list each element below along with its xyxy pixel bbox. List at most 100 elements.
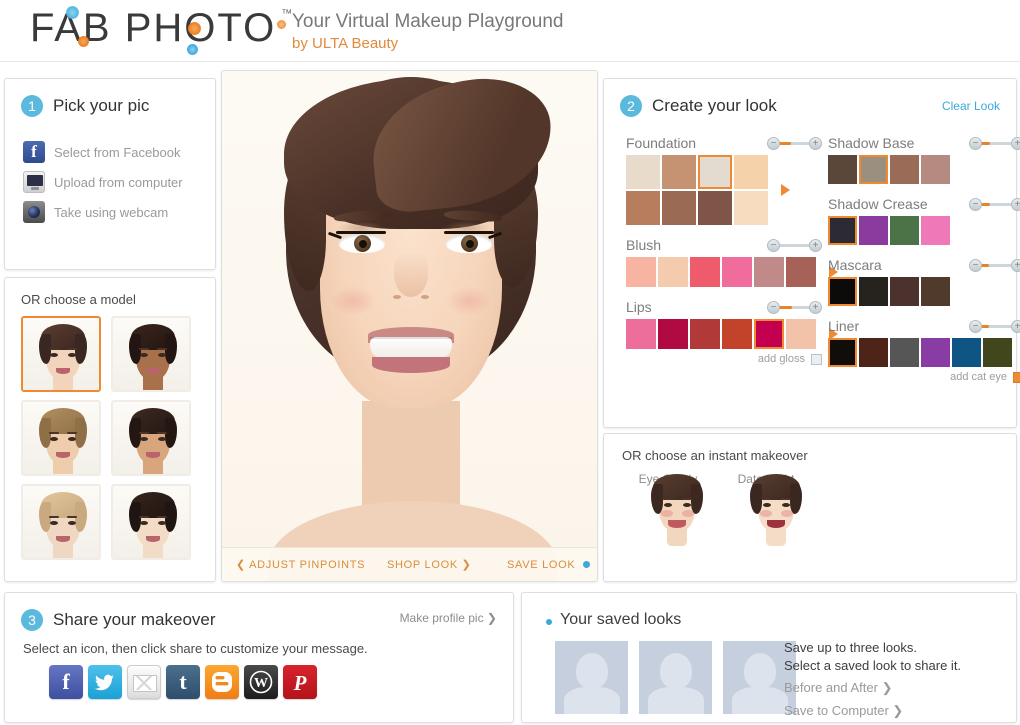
slider-plus-icon[interactable]: +	[809, 136, 822, 150]
slider-minus-icon[interactable]: −	[969, 136, 982, 150]
shop-look-button[interactable]: SHOP LOOK ❯	[387, 558, 472, 571]
tumblr-share-icon[interactable]: t	[166, 665, 200, 699]
save-to-computer-link[interactable]: Save to Computer ❯	[784, 700, 961, 721]
add-option-row[interactable]: add cat eye	[828, 371, 1020, 383]
pick-option-webcam[interactable]: Take using webcam	[23, 197, 183, 227]
color-swatch[interactable]	[626, 155, 660, 189]
color-swatch[interactable]	[859, 338, 888, 367]
color-swatch[interactable]	[690, 257, 720, 287]
color-swatch[interactable]	[626, 319, 656, 349]
color-swatch[interactable]	[722, 319, 752, 349]
intensity-slider[interactable]: − +	[767, 300, 822, 314]
slider-minus-icon[interactable]: −	[969, 258, 982, 272]
add-option-checkbox[interactable]	[811, 353, 822, 365]
model-thumbnail[interactable]	[21, 316, 101, 392]
pick-option-upload[interactable]: Upload from computer	[23, 167, 183, 197]
pinterest-share-icon[interactable]: P	[283, 665, 317, 699]
model-thumbnail[interactable]	[111, 400, 191, 476]
bullet-icon	[546, 619, 552, 625]
thumb-eye	[50, 353, 58, 357]
color-swatch[interactable]	[828, 338, 857, 367]
color-swatch[interactable]	[890, 216, 919, 245]
saved-look-slot[interactable]	[555, 641, 628, 714]
instant-makeover-item[interactable]: Eye Candy	[630, 470, 706, 546]
slider-minus-icon[interactable]: −	[767, 136, 780, 150]
slider-plus-icon[interactable]: +	[809, 238, 822, 252]
look-header: 2 Create your look	[620, 95, 777, 117]
color-swatch[interactable]	[859, 277, 888, 306]
color-swatch[interactable]	[662, 155, 696, 189]
color-swatch[interactable]	[786, 319, 816, 349]
color-swatch[interactable]	[828, 216, 857, 245]
model-thumbnail[interactable]	[111, 484, 191, 560]
make-profile-pic-button[interactable]: Make profile pic ❯	[400, 611, 497, 625]
photo-preview-panel[interactable]: ❮ ADJUST PINPOINTS SHOP LOOK ❯ SAVE LOOK	[221, 70, 598, 582]
color-swatch[interactable]	[952, 338, 981, 367]
color-swatch[interactable]	[754, 257, 784, 287]
color-swatch[interactable]	[828, 277, 857, 306]
color-swatch[interactable]	[722, 257, 752, 287]
color-swatch[interactable]	[859, 155, 888, 184]
facebook-share-icon[interactable]: f	[49, 665, 83, 699]
color-swatch[interactable]	[690, 319, 720, 349]
intensity-slider[interactable]: − +	[767, 238, 822, 252]
adjust-pinpoints-button[interactable]: ❮ ADJUST PINPOINTS	[236, 558, 365, 571]
color-swatch[interactable]	[698, 155, 732, 189]
thumb-brow	[49, 348, 59, 350]
color-swatch[interactable]	[734, 191, 768, 225]
color-swatch[interactable]	[754, 319, 784, 349]
look-group-lips: Lips − + add gloss	[626, 295, 838, 365]
model-thumbnail[interactable]	[111, 316, 191, 392]
color-swatch[interactable]	[921, 277, 950, 306]
intensity-slider[interactable]: − +	[969, 319, 1020, 333]
blogger-share-icon[interactable]	[205, 665, 239, 699]
slider-plus-icon[interactable]: +	[1011, 136, 1020, 150]
color-swatch[interactable]	[658, 319, 688, 349]
pick-option-facebook[interactable]: f Select from Facebook	[23, 137, 183, 167]
color-swatch[interactable]	[921, 216, 950, 245]
slider-minus-icon[interactable]: −	[969, 319, 982, 333]
add-option-checkbox[interactable]	[1013, 371, 1020, 383]
instant-makeover-item[interactable]: Date Night	[728, 470, 804, 546]
slider-minus-icon[interactable]: −	[767, 238, 780, 252]
intensity-slider[interactable]: − +	[969, 197, 1020, 211]
intensity-slider[interactable]: − +	[969, 258, 1020, 272]
saved-look-slot[interactable]	[639, 641, 712, 714]
color-swatch[interactable]	[983, 338, 1012, 367]
slider-plus-icon[interactable]: +	[1011, 258, 1020, 272]
color-swatch[interactable]	[828, 155, 857, 184]
intensity-slider[interactable]: − +	[969, 136, 1020, 150]
slider-plus-icon[interactable]: +	[1011, 197, 1020, 211]
color-swatch[interactable]	[890, 338, 919, 367]
color-swatch[interactable]	[626, 191, 660, 225]
intensity-slider[interactable]: − +	[767, 136, 822, 150]
twitter-share-icon[interactable]	[88, 665, 122, 699]
wordpress-share-icon[interactable]: W	[244, 665, 278, 699]
color-swatch[interactable]	[921, 155, 950, 184]
color-swatch[interactable]	[698, 191, 732, 225]
save-look-button[interactable]: SAVE LOOK	[507, 559, 575, 571]
model-thumbnail[interactable]	[21, 400, 101, 476]
color-swatch[interactable]	[734, 155, 768, 189]
slider-plus-icon[interactable]: +	[809, 300, 822, 314]
add-option-row[interactable]: add gloss	[626, 353, 822, 365]
color-swatch[interactable]	[662, 191, 696, 225]
email-share-icon[interactable]	[127, 665, 161, 699]
color-swatch[interactable]	[890, 155, 919, 184]
color-swatch[interactable]	[859, 216, 888, 245]
slider-minus-icon[interactable]: −	[969, 197, 982, 211]
color-swatch[interactable]	[786, 257, 816, 287]
color-swatch[interactable]	[626, 257, 656, 287]
color-swatch[interactable]	[921, 338, 950, 367]
model-thumbnail[interactable]	[21, 484, 101, 560]
clear-look-button[interactable]: Clear Look	[942, 99, 1000, 113]
color-swatch[interactable]	[658, 257, 688, 287]
before-and-after-link[interactable]: Before and After ❯	[784, 677, 961, 698]
look-column-right: Shadow Base − + Shadow Crease − + Mascara − + Lin…	[828, 131, 1020, 391]
color-swatch[interactable]	[890, 277, 919, 306]
tagline-primary: Your Virtual Makeup Playground	[292, 11, 564, 32]
expand-arrow-icon[interactable]	[781, 184, 790, 196]
slider-plus-icon[interactable]: +	[1011, 319, 1020, 333]
sparkle-icon	[188, 22, 201, 35]
slider-minus-icon[interactable]: −	[767, 300, 780, 314]
